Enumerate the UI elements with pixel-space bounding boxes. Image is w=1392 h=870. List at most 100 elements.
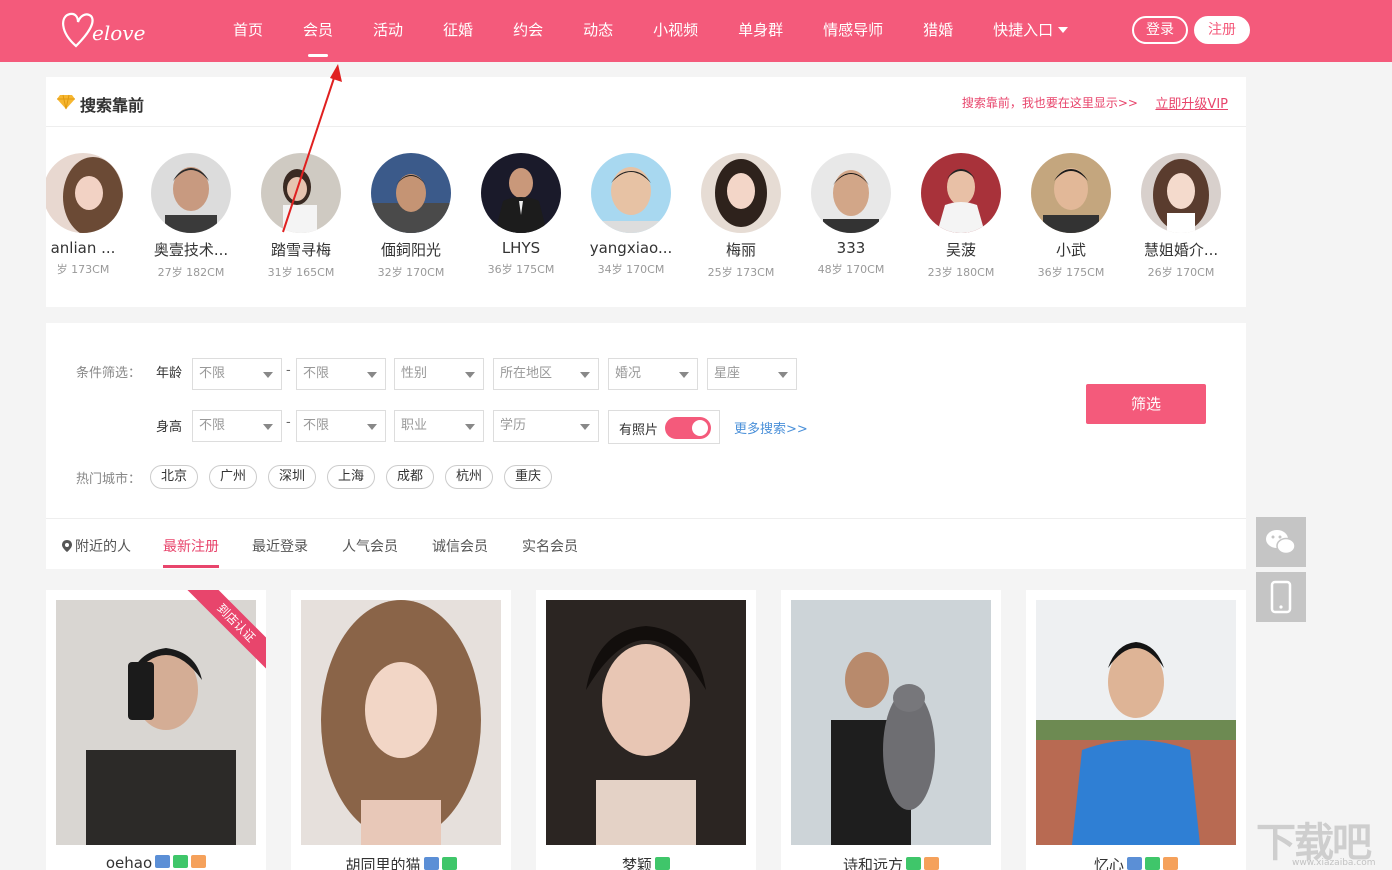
card-footer: oehao [46,854,266,870]
city-tag[interactable]: 杭州 [445,465,493,489]
phone-icon [906,857,921,870]
wechat-float-button[interactable] [1256,517,1306,567]
member-name: 偭鉰阳光 [380,241,441,259]
city-tag[interactable]: 成都 [386,465,434,489]
filter-button[interactable]: 筛选 [1086,384,1206,424]
more-search-link[interactable]: 更多搜索>> [734,418,808,437]
chevron-down-icon [1058,27,1069,33]
mobile-phone-icon [1270,580,1292,614]
mail-icon [924,857,939,870]
nav-events[interactable]: 活动 [353,0,423,62]
upgrade-vip-link[interactable]: 立即升级VIP [1155,93,1228,112]
nav-mentor[interactable]: 情感导师 [803,0,903,62]
featured-member[interactable]: 慧姐婚介... 26岁 170CM [1126,153,1236,280]
register-button[interactable]: 注册 [1194,16,1250,44]
phone-icon [173,855,189,868]
city-tag[interactable]: 广州 [209,465,257,489]
featured-member[interactable]: 踏雪寻梅 31岁 165CM [246,153,356,280]
member-card[interactable]: 胡同里的猫 [291,590,511,870]
tab-popular[interactable]: 人气会员 [342,536,398,556]
marital-select[interactable]: 婚况 [608,358,698,390]
member-name: yangxiao... [589,239,673,257]
featured-member[interactable]: 偭鉰阳光 32岁 170CM [356,153,466,280]
welove-logo[interactable]: elove [58,6,158,54]
tab-verified[interactable]: 实名会员 [522,536,578,556]
phone-icon [655,857,670,870]
tab-nearby[interactable]: 附近的人 [62,536,131,556]
nav-singles-group[interactable]: 单身群 [718,0,803,62]
city-tag[interactable]: 深圳 [268,465,316,489]
card-name: 诗和远方 [842,856,903,870]
height-min-select[interactable]: 不限 [192,410,282,442]
nav-members[interactable]: 会员 [283,0,353,62]
login-button[interactable]: 登录 [1132,16,1188,44]
featured-member[interactable]: yangxiao... 34岁 170CM [576,153,686,277]
featured-title: 搜索靠前 [80,96,145,115]
card-name: 梦颖 [621,856,652,870]
member-card[interactable]: 梦颖 [536,590,756,870]
card-name: oehao [105,854,153,870]
member-info: 34岁 170CM [597,263,665,276]
age-label: 年龄 [156,366,183,381]
mail-icon [191,855,207,868]
height-label: 身高 [156,420,183,435]
top-navbar: elove 首页 会员 活动 征婚 约会 动态 小视频 单身群 情感导师 猎婚 … [0,0,1392,62]
featured-member[interactable]: 吴菠 23岁 180CM [906,153,1016,280]
phone-icon [441,857,457,870]
site-watermark-url: www.xiazaiba.com [1292,858,1376,868]
member-card[interactable]: 忆心 [1026,590,1246,870]
city-tag[interactable]: 上海 [327,465,375,489]
member-name: 奥壹技术... [153,241,229,259]
member-photo [1036,600,1236,845]
member-card[interactable]: 诗和远方 [781,590,1001,870]
nav-matchmaking[interactable]: 猎婚 [903,0,973,62]
hot-cities-label: 热门城市： [76,472,142,487]
city-tag[interactable]: 北京 [150,465,198,489]
tab-recent-login[interactable]: 最近登录 [252,536,308,556]
card-footer: 诗和远方 [781,854,1001,870]
member-info: 32岁 170CM [377,266,445,279]
nav-video[interactable]: 小视频 [633,0,718,62]
height-max-select[interactable]: 不限 [296,410,386,442]
avatar [371,153,451,233]
member-card[interactable]: 到店认证 oehao [46,590,266,870]
has-photo-filter: 有照片 [608,410,720,444]
age-max-select[interactable]: 不限 [296,358,386,390]
featured-header: 搜索靠前 搜索靠前，我也要在这里显示>> 立即升级VIP [46,77,1246,127]
city-tag[interactable]: 重庆 [504,465,552,489]
quick-access-label: 快捷入口 [993,21,1054,39]
education-select[interactable]: 学历 [493,410,599,442]
nav-feed[interactable]: 动态 [563,0,633,62]
avatar [591,153,671,233]
member-info: 31岁 165CM [267,266,335,279]
occupation-select[interactable]: 职业 [394,410,484,442]
zodiac-select[interactable]: 星座 [707,358,797,390]
featured-member[interactable]: 梅丽 25岁 173CM [686,153,796,280]
nav-dating[interactable]: 约会 [493,0,563,62]
avatar [921,153,1001,233]
id-card-icon [155,855,171,868]
wechat-icon [1266,530,1296,555]
featured-member[interactable]: 小武 36岁 175CM [1016,153,1126,280]
featured-promo-link[interactable]: 搜索靠前，我也要在这里显示>> [962,94,1138,111]
nav-marriage[interactable]: 征婚 [423,0,493,62]
featured-member[interactable]: LHYS 36岁 175CM [466,153,576,277]
nav-home[interactable]: 首页 [213,0,283,62]
tab-newest[interactable]: 最新注册 [163,536,219,556]
has-photo-toggle[interactable] [665,417,711,439]
member-info: 26岁 170CM [1147,266,1215,279]
featured-member[interactable]: 333 48岁 170CM [796,153,906,277]
tab-trusted[interactable]: 诚信会员 [432,536,488,556]
featured-member[interactable]: anlian ... 岁 173CM [46,153,138,277]
filter-panel: 条件筛选： 年龄 不限 - 不限 性别 所在地区 婚况 星座 身高 不限 - 不… [46,323,1246,569]
region-select[interactable]: 所在地区 [493,358,599,390]
featured-members-panel: 搜索靠前 搜索靠前，我也要在这里显示>> 立即升级VIP anlian ... … [46,77,1246,307]
diamond-icon [57,94,75,110]
svg-text:elove: elove [92,21,145,45]
age-min-select[interactable]: 不限 [192,358,282,390]
featured-member[interactable]: 奥壹技术... 27岁 182CM [136,153,246,280]
mobile-float-button[interactable] [1256,572,1306,622]
avatar [811,153,891,233]
nav-quick-access[interactable]: 快捷入口 [973,0,1088,62]
gender-select[interactable]: 性别 [394,358,484,390]
